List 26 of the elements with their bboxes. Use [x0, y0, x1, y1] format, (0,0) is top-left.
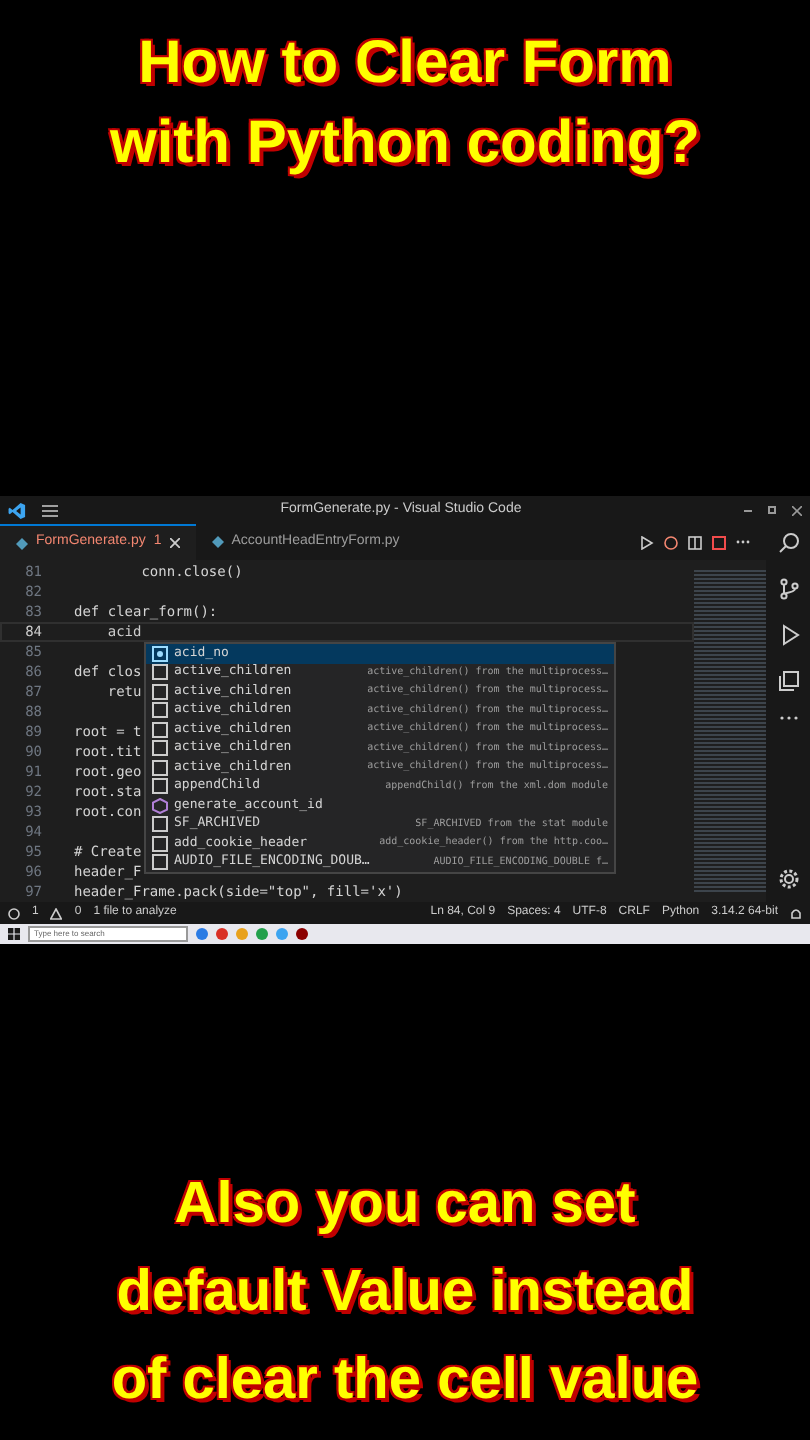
minimize-icon[interactable] — [744, 509, 752, 511]
cube-icon — [152, 797, 168, 814]
headline-text: with Python coding? — [110, 108, 700, 180]
run-icon[interactable] — [640, 535, 654, 549]
windows-logo-icon[interactable] — [8, 928, 20, 940]
caption-text: of clear the cell value — [111, 1346, 699, 1416]
square-icon[interactable] — [712, 535, 726, 549]
maximize-icon[interactable] — [768, 506, 776, 514]
error-icon — [8, 907, 20, 919]
caption-text: default Value instead — [116, 1258, 694, 1328]
headline-text: How to Clear Form — [138, 28, 672, 100]
variable-icon — [152, 645, 168, 662]
warning-icon — [50, 907, 63, 919]
vscode-logo-icon — [8, 501, 26, 519]
search-icon[interactable] — [777, 532, 799, 554]
settings-icon[interactable] — [777, 868, 799, 890]
close-icon[interactable] — [792, 505, 802, 515]
close-icon[interactable] — [169, 538, 180, 548]
caption-text: Also you can set — [174, 1170, 636, 1240]
branch-icon[interactable] — [777, 578, 799, 600]
python-file-icon — [211, 536, 224, 548]
menu-icon[interactable] — [42, 503, 58, 517]
copy-icon[interactable] — [777, 670, 799, 692]
split-icon[interactable] — [688, 535, 702, 549]
python-file-icon — [16, 537, 28, 549]
run-debug-icon[interactable] — [777, 624, 799, 646]
